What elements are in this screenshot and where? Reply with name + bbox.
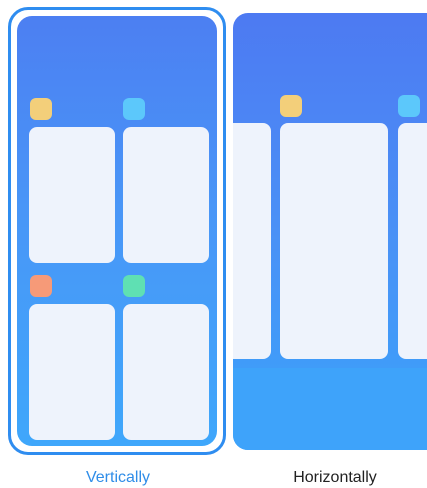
horizontal-option-label[interactable]: Horizontally [270, 468, 400, 488]
horizontal-layout-preview [233, 13, 427, 450]
app-icon-cyan [398, 95, 420, 117]
app-icon-yellow [280, 95, 302, 117]
preview-card [280, 123, 388, 359]
preview-card [29, 304, 115, 440]
preview-card [123, 304, 209, 440]
app-icon-yellow [30, 98, 52, 120]
preview-card [123, 127, 209, 263]
app-icon-orange [30, 275, 52, 297]
vertical-layout-preview [17, 16, 217, 446]
vertical-layout-option[interactable] [8, 7, 226, 455]
app-icon-green [123, 275, 145, 297]
app-icon-cyan [123, 98, 145, 120]
horizontal-layout-option[interactable] [233, 13, 427, 450]
layout-chooser: Vertically Horizontally [0, 0, 427, 488]
preview-card [29, 127, 115, 263]
preview-card-partial-left [233, 123, 271, 359]
preview-card-partial-right [398, 123, 427, 359]
preview-bottom-band [233, 368, 427, 450]
vertical-option-label[interactable]: Vertically [58, 468, 178, 488]
